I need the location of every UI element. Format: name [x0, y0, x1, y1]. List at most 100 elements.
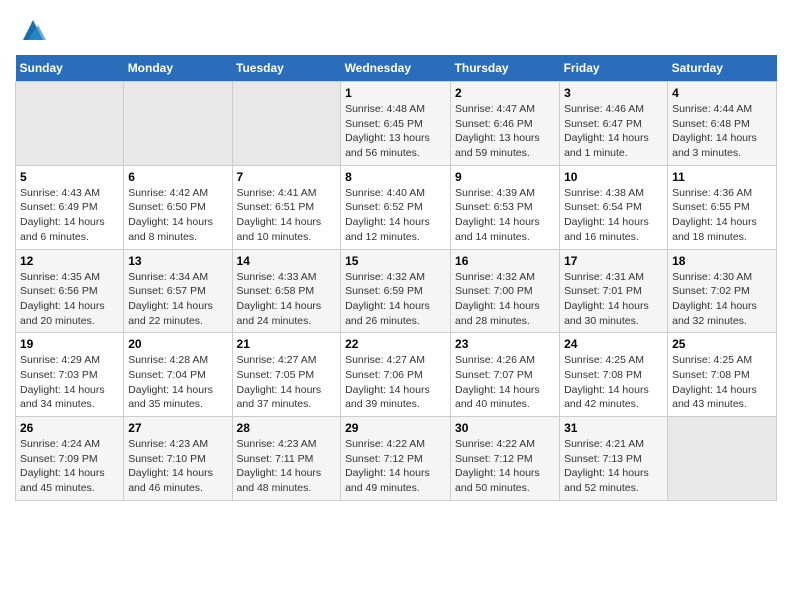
col-header-saturday: Saturday	[668, 55, 777, 82]
col-header-monday: Monday	[124, 55, 232, 82]
day-detail: Sunrise: 4:32 AM Sunset: 6:59 PM Dayligh…	[345, 270, 446, 329]
logo	[15, 15, 48, 45]
day-cell: 7 Sunrise: 4:41 AM Sunset: 6:51 PM Daylig…	[232, 165, 341, 249]
day-cell: 29 Sunrise: 4:22 AM Sunset: 7:12 PM Dayli…	[341, 417, 451, 501]
day-number: 7	[237, 170, 337, 184]
day-cell: 31Sunrise: 4:21 AM Sunset: 7:13 PM Dayli…	[560, 417, 668, 501]
day-detail: Sunrise: 4:35 AM Sunset: 6:56 PM Dayligh…	[20, 270, 119, 329]
col-header-wednesday: Wednesday	[341, 55, 451, 82]
day-cell: 17 Sunrise: 4:31 AM Sunset: 7:01 PM Dayli…	[560, 249, 668, 333]
day-number: 5	[20, 170, 119, 184]
day-cell: 12 Sunrise: 4:35 AM Sunset: 6:56 PM Dayli…	[16, 249, 124, 333]
day-number: 17	[564, 254, 663, 268]
day-cell: 27 Sunrise: 4:23 AM Sunset: 7:10 PM Dayli…	[124, 417, 232, 501]
day-number: 20	[128, 337, 227, 351]
day-detail: Sunrise: 4:25 AM Sunset: 7:08 PM Dayligh…	[672, 353, 772, 412]
day-cell: 19 Sunrise: 4:29 AM Sunset: 7:03 PM Dayli…	[16, 333, 124, 417]
day-number: 21	[237, 337, 337, 351]
day-cell	[16, 82, 124, 166]
day-detail: Sunrise: 4:47 AM Sunset: 6:46 PM Dayligh…	[455, 102, 555, 161]
day-cell: 13 Sunrise: 4:34 AM Sunset: 6:57 PM Dayli…	[124, 249, 232, 333]
day-cell	[124, 82, 232, 166]
col-header-tuesday: Tuesday	[232, 55, 341, 82]
day-number: 9	[455, 170, 555, 184]
day-number: 26	[20, 421, 119, 435]
day-cell: 18 Sunrise: 4:30 AM Sunset: 7:02 PM Dayli…	[668, 249, 777, 333]
day-number: 28	[237, 421, 337, 435]
day-number: 31	[564, 421, 663, 435]
day-detail: Sunrise: 4:41 AM Sunset: 6:51 PM Dayligh…	[237, 186, 337, 245]
col-header-friday: Friday	[560, 55, 668, 82]
day-cell: 24 Sunrise: 4:25 AM Sunset: 7:08 PM Dayli…	[560, 333, 668, 417]
day-number: 16	[455, 254, 555, 268]
day-number: 14	[237, 254, 337, 268]
day-detail: Sunrise: 4:36 AM Sunset: 6:55 PM Dayligh…	[672, 186, 772, 245]
day-cell: 26 Sunrise: 4:24 AM Sunset: 7:09 PM Dayli…	[16, 417, 124, 501]
page-header	[15, 15, 777, 45]
day-detail: Sunrise: 4:23 AM Sunset: 7:10 PM Dayligh…	[128, 437, 227, 496]
day-number: 27	[128, 421, 227, 435]
day-number: 1	[345, 86, 446, 100]
day-cell: 4Sunrise: 4:44 AM Sunset: 6:48 PM Daylig…	[668, 82, 777, 166]
day-detail: Sunrise: 4:24 AM Sunset: 7:09 PM Dayligh…	[20, 437, 119, 496]
day-detail: Sunrise: 4:25 AM Sunset: 7:08 PM Dayligh…	[564, 353, 663, 412]
day-cell	[668, 417, 777, 501]
day-number: 30	[455, 421, 555, 435]
day-number: 11	[672, 170, 772, 184]
day-detail: Sunrise: 4:42 AM Sunset: 6:50 PM Dayligh…	[128, 186, 227, 245]
day-cell: 6 Sunrise: 4:42 AM Sunset: 6:50 PM Daylig…	[124, 165, 232, 249]
week-row-2: 5 Sunrise: 4:43 AM Sunset: 6:49 PM Daylig…	[16, 165, 777, 249]
day-detail: Sunrise: 4:40 AM Sunset: 6:52 PM Dayligh…	[345, 186, 446, 245]
day-detail: Sunrise: 4:33 AM Sunset: 6:58 PM Dayligh…	[237, 270, 337, 329]
day-cell: 21 Sunrise: 4:27 AM Sunset: 7:05 PM Dayli…	[232, 333, 341, 417]
day-number: 25	[672, 337, 772, 351]
day-detail: Sunrise: 4:26 AM Sunset: 7:07 PM Dayligh…	[455, 353, 555, 412]
day-cell: 11 Sunrise: 4:36 AM Sunset: 6:55 PM Dayli…	[668, 165, 777, 249]
day-detail: Sunrise: 4:28 AM Sunset: 7:04 PM Dayligh…	[128, 353, 227, 412]
day-cell: 1Sunrise: 4:48 AM Sunset: 6:45 PM Daylig…	[341, 82, 451, 166]
day-number: 15	[345, 254, 446, 268]
day-detail: Sunrise: 4:46 AM Sunset: 6:47 PM Dayligh…	[564, 102, 663, 161]
day-detail: Sunrise: 4:44 AM Sunset: 6:48 PM Dayligh…	[672, 102, 772, 161]
day-detail: Sunrise: 4:34 AM Sunset: 6:57 PM Dayligh…	[128, 270, 227, 329]
day-cell: 23Sunrise: 4:26 AM Sunset: 7:07 PM Dayli…	[451, 333, 560, 417]
day-number: 22	[345, 337, 446, 351]
day-number: 18	[672, 254, 772, 268]
logo-icon	[18, 15, 48, 45]
day-detail: Sunrise: 4:32 AM Sunset: 7:00 PM Dayligh…	[455, 270, 555, 329]
header-row: SundayMondayTuesdayWednesdayThursdayFrid…	[16, 55, 777, 82]
day-cell: 16 Sunrise: 4:32 AM Sunset: 7:00 PM Dayli…	[451, 249, 560, 333]
day-detail: Sunrise: 4:38 AM Sunset: 6:54 PM Dayligh…	[564, 186, 663, 245]
week-row-1: 1Sunrise: 4:48 AM Sunset: 6:45 PM Daylig…	[16, 82, 777, 166]
day-cell: 20 Sunrise: 4:28 AM Sunset: 7:04 PM Dayli…	[124, 333, 232, 417]
week-row-3: 12 Sunrise: 4:35 AM Sunset: 6:56 PM Dayli…	[16, 249, 777, 333]
day-number: 3	[564, 86, 663, 100]
day-cell: 8Sunrise: 4:40 AM Sunset: 6:52 PM Daylig…	[341, 165, 451, 249]
day-number: 10	[564, 170, 663, 184]
day-detail: Sunrise: 4:29 AM Sunset: 7:03 PM Dayligh…	[20, 353, 119, 412]
week-row-5: 26 Sunrise: 4:24 AM Sunset: 7:09 PM Dayli…	[16, 417, 777, 501]
day-number: 12	[20, 254, 119, 268]
day-detail: Sunrise: 4:22 AM Sunset: 7:12 PM Dayligh…	[455, 437, 555, 496]
day-cell: 15 Sunrise: 4:32 AM Sunset: 6:59 PM Dayli…	[341, 249, 451, 333]
day-detail: Sunrise: 4:23 AM Sunset: 7:11 PM Dayligh…	[237, 437, 337, 496]
day-detail: Sunrise: 4:22 AM Sunset: 7:12 PM Dayligh…	[345, 437, 446, 496]
day-detail: Sunrise: 4:31 AM Sunset: 7:01 PM Dayligh…	[564, 270, 663, 329]
day-cell: 28 Sunrise: 4:23 AM Sunset: 7:11 PM Dayli…	[232, 417, 341, 501]
day-detail: Sunrise: 4:27 AM Sunset: 7:05 PM Dayligh…	[237, 353, 337, 412]
day-cell	[232, 82, 341, 166]
day-number: 13	[128, 254, 227, 268]
day-number: 6	[128, 170, 227, 184]
day-cell: 14 Sunrise: 4:33 AM Sunset: 6:58 PM Dayli…	[232, 249, 341, 333]
day-cell: 3 Sunrise: 4:46 AM Sunset: 6:47 PM Daylig…	[560, 82, 668, 166]
col-header-thursday: Thursday	[451, 55, 560, 82]
day-number: 24	[564, 337, 663, 351]
day-detail: Sunrise: 4:27 AM Sunset: 7:06 PM Dayligh…	[345, 353, 446, 412]
day-number: 19	[20, 337, 119, 351]
day-cell: 10 Sunrise: 4:38 AM Sunset: 6:54 PM Dayli…	[560, 165, 668, 249]
day-detail: Sunrise: 4:30 AM Sunset: 7:02 PM Dayligh…	[672, 270, 772, 329]
day-number: 29	[345, 421, 446, 435]
calendar-table: SundayMondayTuesdayWednesdayThursdayFrid…	[15, 55, 777, 501]
day-detail: Sunrise: 4:43 AM Sunset: 6:49 PM Dayligh…	[20, 186, 119, 245]
day-cell: 5 Sunrise: 4:43 AM Sunset: 6:49 PM Daylig…	[16, 165, 124, 249]
